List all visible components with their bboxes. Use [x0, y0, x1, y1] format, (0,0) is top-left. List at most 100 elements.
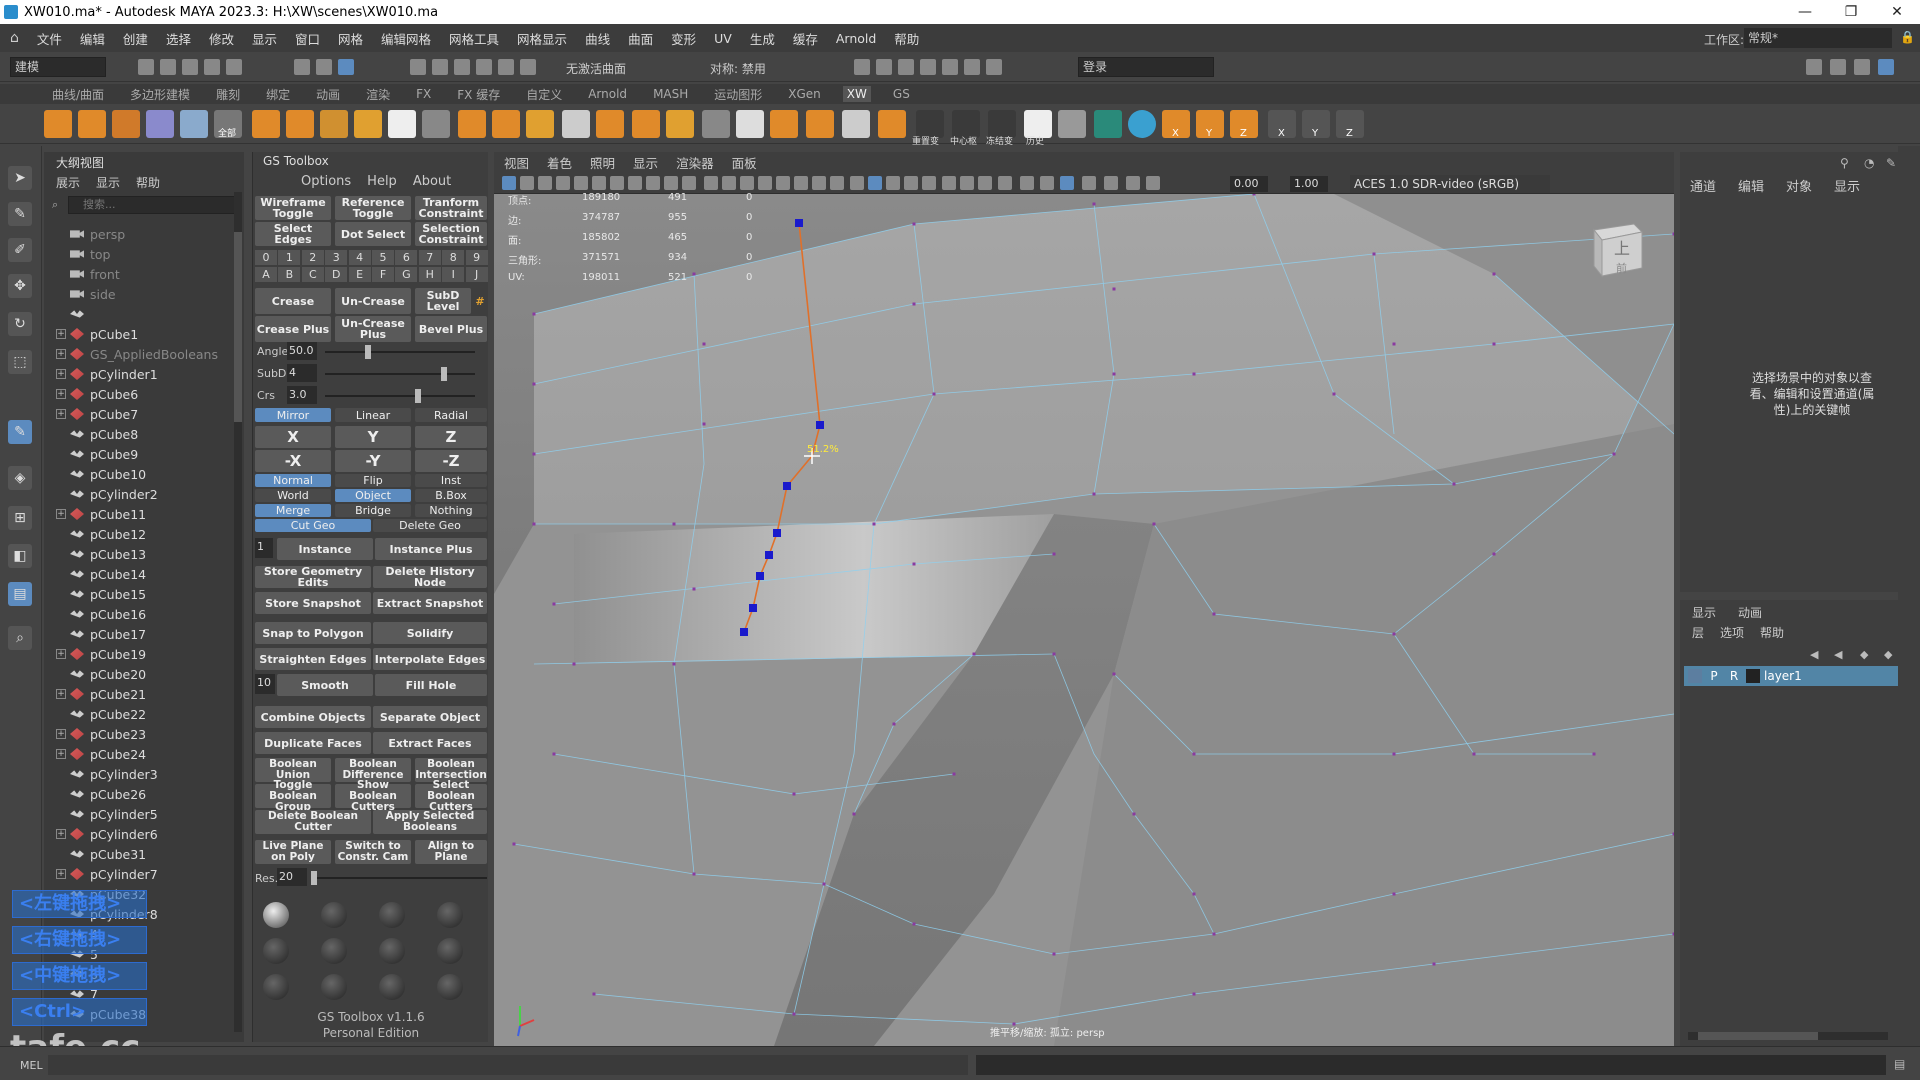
layer-scroll-thumb[interactable]: [1698, 1032, 1818, 1040]
menu-deform[interactable]: 变形: [671, 29, 696, 48]
outliner-menu-help[interactable]: 帮助: [136, 174, 160, 191]
viewport-tool-icon[interactable]: [1126, 176, 1140, 190]
shelf-tab-custom[interactable]: 自定义: [522, 85, 566, 104]
matcap-ball[interactable]: [263, 974, 289, 1000]
flip-icon[interactable]: [842, 110, 870, 138]
digit-button[interactable]: 5: [372, 250, 394, 265]
fill-hole-button[interactable]: Fill Hole: [375, 674, 487, 696]
menu-display[interactable]: 显示: [252, 29, 277, 48]
outliner-scrollbar[interactable]: [234, 192, 242, 1032]
append-icon[interactable]: [354, 110, 382, 138]
flip-option[interactable]: Flip: [335, 474, 411, 487]
outliner-item[interactable]: pCube12: [56, 524, 146, 544]
digit-button[interactable]: 7: [418, 250, 441, 265]
expand-icon[interactable]: +: [56, 729, 66, 739]
combine-objects-button[interactable]: Combine Objects: [255, 706, 371, 728]
subd-field[interactable]: 4: [287, 364, 317, 382]
outliner-item[interactable]: + pCylinder1: [56, 364, 158, 384]
channel-pin-icon[interactable]: ⚲: [1840, 156, 1849, 170]
inst-option[interactable]: Inst: [415, 474, 487, 487]
apply-selected-booleans-button[interactable]: Apply Selected Booleans: [373, 810, 487, 834]
select-component-icon[interactable]: [338, 59, 354, 75]
layer-tab-display[interactable]: 显示: [1692, 604, 1716, 621]
layer-color-swatch[interactable]: [1746, 669, 1760, 683]
layer-scrollbar[interactable]: [1688, 1032, 1888, 1040]
menu-generate[interactable]: 生成: [750, 29, 775, 48]
viewport-tool-icon[interactable]: [868, 176, 882, 190]
vp-menu-renderer[interactable]: 渲染器: [676, 153, 714, 172]
last-tool-icon[interactable]: ✎: [8, 420, 32, 444]
move-tool-icon[interactable]: ✥: [8, 274, 32, 298]
combine-icon[interactable]: [180, 110, 208, 138]
menu-edit-mesh[interactable]: 编辑网格: [381, 29, 431, 48]
mirror-x-button[interactable]: X: [255, 426, 331, 448]
viewport-tool-icon[interactable]: [502, 176, 516, 190]
outliner-menu-show[interactable]: 展示: [56, 174, 80, 191]
viewport-tool-icon[interactable]: [758, 176, 772, 190]
new-scene-icon[interactable]: [138, 59, 154, 75]
layer-tab-anim[interactable]: 动画: [1738, 604, 1762, 621]
menu-modify[interactable]: 修改: [209, 29, 234, 48]
search-filter-icon[interactable]: ⌕: [52, 198, 58, 212]
mirror-y-button[interactable]: Y: [335, 426, 411, 448]
menu-edit[interactable]: 编辑: [80, 29, 105, 48]
shelf-tab-animation[interactable]: 动画: [312, 85, 344, 104]
channel-edit-icon[interactable]: ✎: [1886, 156, 1896, 170]
poly-sphere-icon[interactable]: [44, 110, 72, 138]
outliner-item[interactable]: pCylinder2: [56, 484, 158, 504]
viewport-tool-icon[interactable]: [592, 176, 606, 190]
menu-create[interactable]: 创建: [123, 29, 148, 48]
outliner-item[interactable]: + pCube11: [56, 504, 146, 524]
expand-icon[interactable]: +: [56, 349, 66, 359]
shelf-tab-curves[interactable]: 曲线/曲面: [48, 85, 108, 104]
center-pivot-icon[interactable]: 中心枢: [950, 110, 980, 147]
menu-select[interactable]: 选择: [166, 29, 191, 48]
outliner-item[interactable]: pCube15: [56, 584, 146, 604]
lock-icon[interactable]: 🔒: [1900, 30, 1915, 44]
vp-menu-panels[interactable]: 面板: [732, 153, 757, 172]
shelf-tab-rendering[interactable]: 渲染: [362, 85, 394, 104]
layer-row[interactable]: P R layer1: [1684, 666, 1900, 686]
subd-level-button[interactable]: SubD Level: [415, 288, 471, 314]
merge-option[interactable]: Merge: [255, 504, 331, 517]
snap-point-icon[interactable]: [454, 59, 470, 75]
selection-constraint-button[interactable]: Selection Constraint: [415, 222, 487, 246]
outliner-item[interactable]: + pCylinder6: [56, 824, 158, 844]
menu-uv[interactable]: UV: [714, 31, 732, 46]
outliner-item[interactable]: pCube10: [56, 464, 146, 484]
viewport-tool-icon[interactable]: [904, 176, 918, 190]
letter-button[interactable]: H: [418, 267, 441, 282]
mirror-neg-x-button[interactable]: -X: [255, 450, 331, 472]
scale-z-icon[interactable]: Z: [1336, 110, 1364, 139]
expand-icon[interactable]: +: [56, 869, 66, 879]
letter-button[interactable]: C: [301, 267, 324, 282]
maximize-button[interactable]: ❐: [1828, 0, 1874, 24]
menu-mesh-tools[interactable]: 网格工具: [449, 29, 499, 48]
expand-icon[interactable]: +: [56, 749, 66, 759]
menu-cache[interactable]: 缓存: [793, 29, 818, 48]
outliner-item[interactable]: pCube13: [56, 544, 146, 564]
live-plane-button[interactable]: Live Plane on Poly: [255, 840, 331, 864]
digit-button[interactable]: 2: [301, 250, 324, 265]
reference-toggle-button[interactable]: Reference Toggle: [335, 196, 411, 220]
outliner-item[interactable]: pCube9: [56, 444, 138, 464]
viewport-tool-icon[interactable]: [886, 176, 900, 190]
script-editor-icon[interactable]: ▤: [1894, 1057, 1905, 1071]
viewport-tool-icon[interactable]: [998, 176, 1012, 190]
interpolate-edges-button[interactable]: Interpolate Edges: [373, 648, 487, 670]
snap-to-polygon-button[interactable]: Snap to Polygon: [255, 622, 371, 644]
outliner-item[interactable]: persp: [56, 224, 125, 244]
expand-icon[interactable]: +: [56, 409, 66, 419]
store-geometry-edits-button[interactable]: Store Geometry Edits: [255, 566, 371, 588]
subd-slider-knob[interactable]: [441, 367, 447, 381]
delete-boolean-cutter-button[interactable]: Delete Boolean Cutter: [255, 810, 371, 834]
tool-settings-icon[interactable]: [1854, 59, 1870, 75]
letter-button[interactable]: B: [278, 267, 301, 282]
mirror-neg-y-button[interactable]: -Y: [335, 450, 411, 472]
vp-menu-show[interactable]: 显示: [633, 153, 658, 172]
select-all-icon[interactable]: 全部: [214, 110, 242, 139]
straighten-edges-button[interactable]: Straighten Edges: [255, 648, 371, 670]
outliner-item[interactable]: pCube26: [56, 784, 146, 804]
mel-label[interactable]: MEL: [20, 1059, 43, 1072]
snap-view-icon[interactable]: [476, 59, 492, 75]
